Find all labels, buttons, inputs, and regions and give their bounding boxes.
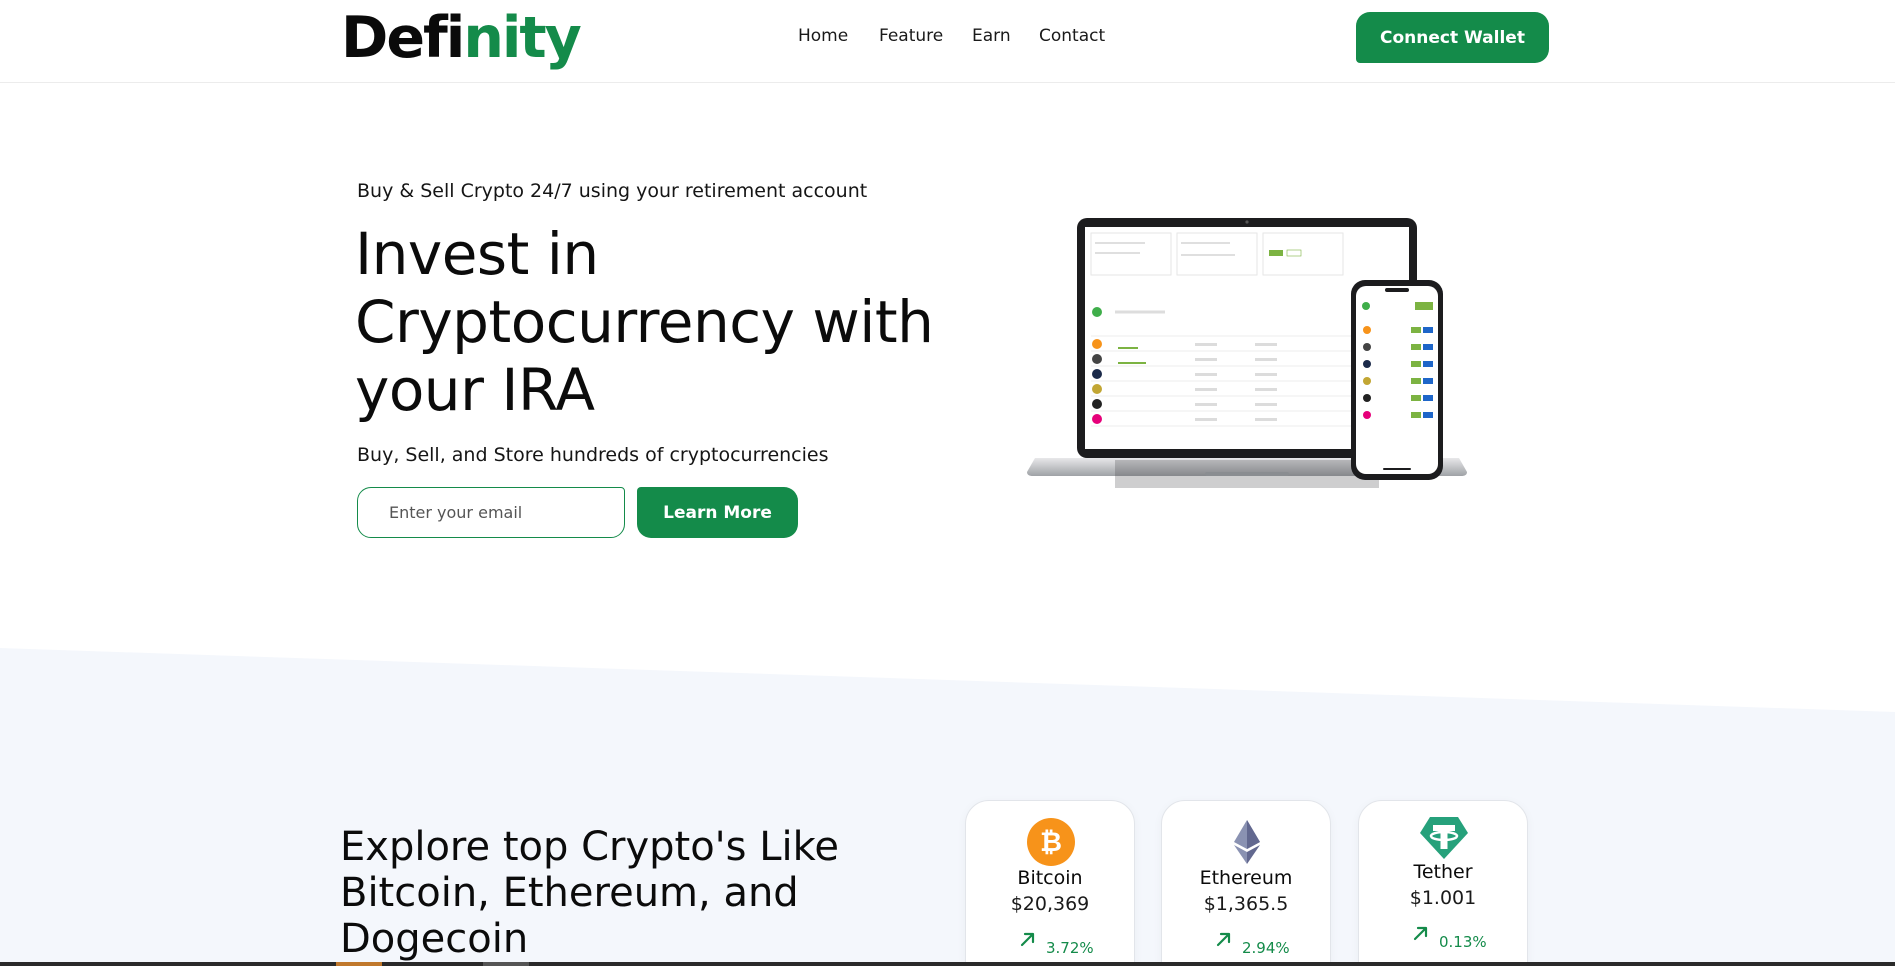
hero-tagline: Buy & Sell Crypto 24/7 using your retire… (357, 180, 868, 202)
coin-name: Tether (1413, 861, 1473, 883)
coin-name: Ethereum (1199, 867, 1293, 889)
svg-text:₿: ₿ (1040, 827, 1062, 858)
logo[interactable]: Definity (341, 5, 582, 71)
coin-name: Bitcoin (1017, 867, 1083, 889)
email-input[interactable] (357, 487, 625, 538)
coin-change: 3.72% (1046, 939, 1094, 957)
coin-card-ethereum[interactable]: Ethereum $1,365.5 2.94% (1161, 800, 1331, 966)
arrow-up-right-icon (1020, 932, 1035, 947)
nav-home[interactable]: Home (798, 26, 848, 46)
ethereum-icon (1234, 820, 1260, 864)
arrow-up-right-icon (1413, 926, 1428, 941)
coin-card-bitcoin[interactable]: ₿ Bitcoin $20,369 3.72% (965, 800, 1135, 966)
nav-contact[interactable]: Contact (1039, 26, 1105, 46)
tether-icon (1420, 817, 1468, 859)
coin-price: $20,369 (1010, 893, 1090, 915)
connect-wallet-button[interactable]: Connect Wallet (1356, 12, 1549, 63)
nav-earn[interactable]: Earn (972, 26, 1011, 46)
site-header: Definity Home Feature Earn Contact Conne… (0, 0, 1895, 83)
bottom-edge-segment (483, 962, 529, 966)
bottom-edge-bar (0, 962, 1895, 966)
coin-price: $1,365.5 (1203, 893, 1289, 915)
explore-title: Explore top Crypto's Like Bitcoin, Ether… (340, 824, 839, 962)
bottom-edge-segment (336, 962, 382, 966)
hero-title: Invest in Cryptocurrency with your IRA (355, 220, 934, 424)
coin-change: 0.13% (1439, 933, 1487, 951)
nav-feature[interactable]: Feature (879, 26, 943, 46)
logo-main: Defi (341, 5, 465, 71)
logo-accent: nity (463, 5, 582, 71)
coin-change: 2.94% (1242, 939, 1290, 957)
hero-subtitle: Buy, Sell, and Store hundreds of cryptoc… (357, 444, 829, 466)
bitcoin-icon: ₿ (1027, 818, 1075, 866)
learn-more-button[interactable]: Learn More (637, 487, 798, 538)
laptop-phone-mockup-image (1027, 218, 1467, 488)
section-background (0, 648, 1895, 966)
coin-card-tether[interactable]: Tether $1.001 0.13% (1358, 800, 1528, 966)
coin-price: $1.001 (1409, 887, 1477, 909)
arrow-up-right-icon (1216, 932, 1231, 947)
